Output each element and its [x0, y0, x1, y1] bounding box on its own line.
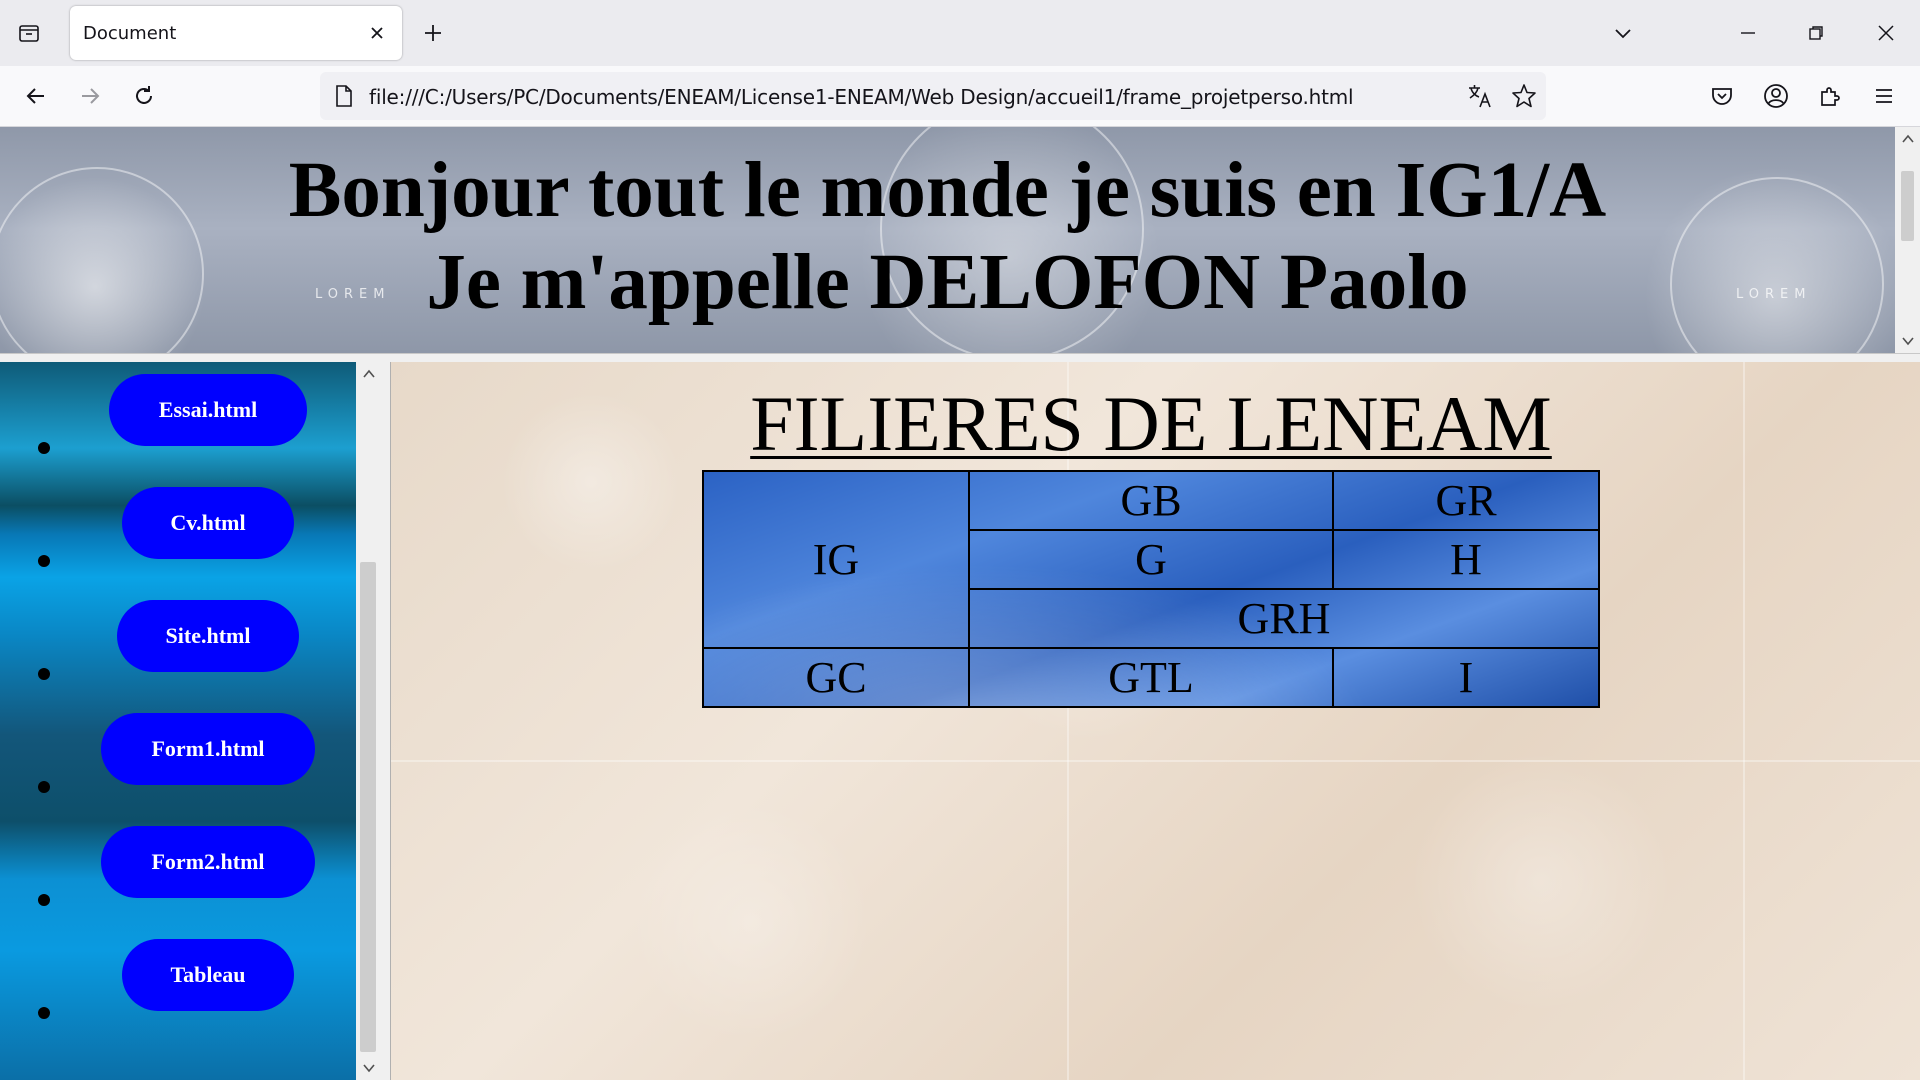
- cv-link[interactable]: Cv.html: [122, 487, 294, 559]
- essai-link[interactable]: Essai.html: [109, 374, 307, 446]
- minimize-icon[interactable]: [1732, 18, 1764, 48]
- table-cell: GR: [1332, 470, 1600, 531]
- table-cell: H: [1332, 529, 1600, 590]
- table-cell: GB: [968, 470, 1334, 531]
- frame-divider[interactable]: [380, 362, 391, 1080]
- puzzle-icon[interactable]: [1812, 78, 1848, 114]
- tab-title: Document: [83, 23, 177, 44]
- list-item: Site.html: [0, 588, 356, 701]
- scroll-up-icon[interactable]: [1900, 131, 1915, 146]
- page-title: FILIERES DE LENEAM: [750, 380, 1552, 467]
- bullet: [38, 555, 50, 567]
- pocket-icon[interactable]: [1704, 78, 1740, 114]
- plus-icon[interactable]: [418, 18, 448, 48]
- reload-icon[interactable]: [126, 78, 162, 114]
- form2-link[interactable]: Form2.html: [101, 826, 315, 898]
- scroll-up-icon[interactable]: [361, 366, 376, 381]
- table-cell: GTL: [968, 647, 1334, 708]
- hamburger-menu-icon[interactable]: [1866, 78, 1902, 114]
- list-item: Essai.html: [0, 362, 356, 475]
- header-heading: Bonjour tout le monde je suis en IG1/A J…: [0, 145, 1895, 329]
- bullet: [38, 1007, 50, 1019]
- table-row: IG GB GR: [702, 470, 1600, 649]
- arrow-left-icon[interactable]: [18, 78, 54, 114]
- table-cell: I: [1332, 647, 1600, 708]
- tab-list-icon[interactable]: [14, 18, 44, 48]
- page-icon: [332, 84, 356, 108]
- scrollbar-thumb[interactable]: [360, 562, 376, 1052]
- site-link[interactable]: Site.html: [117, 600, 299, 672]
- scrollbar-thumb[interactable]: [1901, 171, 1914, 241]
- navigation-bar: file:///C:/Users/PC/Documents/ENEAM/Lice…: [0, 66, 1920, 127]
- table-cell: GRH: [968, 588, 1600, 649]
- bullet: [38, 668, 50, 680]
- header-scrollbar[interactable]: [1895, 127, 1920, 353]
- chevron-down-icon[interactable]: [1608, 18, 1638, 48]
- url-bar[interactable]: file:///C:/Users/PC/Documents/ENEAM/Lice…: [320, 72, 1546, 120]
- bullet: [38, 894, 50, 906]
- list-item: Cv.html: [0, 475, 356, 588]
- tab-bar: Document: [0, 0, 1920, 66]
- form1-link[interactable]: Form1.html: [101, 713, 315, 785]
- account-icon[interactable]: [1758, 78, 1794, 114]
- menu-frame: Essai.html Cv.html Site.html Form1.html …: [0, 362, 356, 1080]
- menu-list: Essai.html Cv.html Site.html Form1.html …: [0, 362, 356, 1080]
- window-close-icon[interactable]: [1870, 18, 1902, 48]
- browser-tab[interactable]: Document: [70, 6, 402, 60]
- header-line-1: Bonjour tout le monde je suis en IG1/A: [288, 147, 1607, 234]
- table-row: GC GTL I: [702, 647, 1600, 708]
- list-item: Tableau: [0, 927, 356, 1040]
- bullet: [38, 442, 50, 454]
- bullet: [38, 781, 50, 793]
- translate-icon[interactable]: [1466, 82, 1494, 110]
- close-icon[interactable]: [362, 18, 392, 48]
- url-text[interactable]: file:///C:/Users/PC/Documents/ENEAM/Lice…: [369, 85, 1354, 109]
- header-line-2: Je m'appelle DELOFON Paolo: [426, 239, 1469, 326]
- background-tile-edge: [391, 760, 1920, 762]
- tableau-link[interactable]: Tableau: [122, 939, 294, 1011]
- table-cell: IG: [702, 470, 970, 649]
- star-icon[interactable]: [1510, 82, 1538, 110]
- restore-icon[interactable]: [1800, 18, 1832, 48]
- header-frame: LOREM LOREM Bonjour tout le monde je sui…: [0, 127, 1920, 353]
- table-cell: GC: [702, 647, 970, 708]
- arrow-right-icon[interactable]: [72, 78, 108, 114]
- filieres-table: IG GB GR G H GRH GC GTL I: [702, 470, 1600, 708]
- scroll-down-icon[interactable]: [361, 1060, 376, 1075]
- list-item: Form1.html: [0, 701, 356, 814]
- list-item: Form2.html: [0, 814, 356, 927]
- menu-scrollbar[interactable]: [356, 362, 380, 1080]
- table-cell: G: [968, 529, 1334, 590]
- scroll-down-icon[interactable]: [1900, 333, 1915, 348]
